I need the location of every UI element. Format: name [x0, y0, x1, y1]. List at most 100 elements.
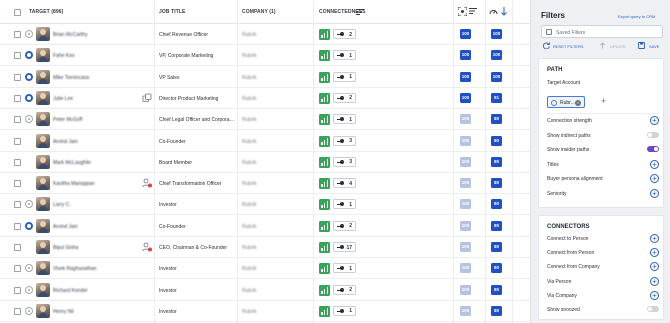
person-name[interactable]: Fahe Koo	[53, 53, 75, 59]
person-name[interactable]: Kavitha Mariappan	[53, 181, 95, 187]
add-filter-icon[interactable]: +	[650, 262, 659, 272]
company-name[interactable]: Rubrik	[242, 224, 256, 230]
company-name[interactable]: Rubrik	[242, 181, 256, 187]
reset-filters-button[interactable]: RESET FILTERS	[553, 44, 584, 49]
row-checkbox[interactable]	[14, 116, 21, 124]
person-name[interactable]: Mark McLaughlin	[53, 160, 91, 166]
table-row[interactable]: Richard Kendel Investor Rubrik 2 100 80	[0, 280, 530, 301]
person-alert-icon[interactable]	[142, 242, 152, 252]
table-row[interactable]: Henry Nil Investor Rubrik 1 100 80	[0, 301, 530, 322]
person-name[interactable]: Mike Tornincasa	[53, 75, 89, 81]
table-row[interactable]: Fahe Koo VP, Corporate Marketing Rubrik 1 10…	[0, 45, 530, 67]
export-to-crm-link[interactable]: Export query to CRM	[618, 14, 655, 19]
row-checkbox[interactable]	[14, 158, 21, 166]
person-alert-icon[interactable]	[142, 178, 152, 188]
company-name[interactable]: Rubrik	[242, 117, 256, 123]
row-checkbox[interactable]	[14, 31, 21, 38]
row-checkbox[interactable]	[14, 265, 21, 273]
gauge-icon[interactable]	[489, 7, 498, 16]
row-checkbox[interactable]	[14, 222, 21, 230]
connection-strength[interactable]: 1	[333, 71, 356, 82]
select-all-checkbox[interactable]	[14, 9, 21, 16]
row-checkbox[interactable]	[14, 52, 21, 60]
filter-row[interactable]: Connection strength +	[547, 116, 659, 126]
toggle-switch[interactable]	[647, 146, 659, 152]
person-name[interactable]: Larry C.	[53, 202, 71, 208]
remove-chip-icon[interactable]: ×	[575, 99, 581, 106]
row-checkbox[interactable]	[14, 244, 21, 251]
company-name[interactable]: Rubrik	[242, 266, 256, 272]
save-button[interactable]: SAVE	[649, 44, 659, 49]
filter-row[interactable]: Seniority +	[547, 188, 659, 199]
arrow-down-icon[interactable]	[501, 7, 507, 16]
account-chip[interactable]: Rubr... ×	[547, 96, 585, 108]
connection-strength[interactable]: 2	[333, 29, 356, 39]
filter-row[interactable]: Connect from Person +	[547, 248, 659, 258]
header-company[interactable]: COMPANY (1)	[242, 9, 276, 15]
company-name[interactable]: Rubrik	[242, 288, 256, 294]
row-checkbox[interactable]	[14, 73, 21, 81]
table-row[interactable]: Arvind Jain Co-Founder Rubrik 3 100 80	[0, 131, 530, 152]
add-filter-icon[interactable]: +	[650, 116, 659, 125]
row-checkbox[interactable]	[14, 180, 21, 188]
add-filter-icon[interactable]: +	[650, 234, 659, 243]
connection-strength[interactable]: 1	[333, 263, 356, 274]
header-job-title[interactable]: JOB TITLE	[159, 9, 185, 15]
company-name[interactable]: Rubrik	[242, 202, 256, 208]
connection-strength[interactable]: 2	[333, 92, 356, 103]
company-name[interactable]: Rubrik	[242, 75, 256, 81]
company-name[interactable]: Rubrik	[242, 245, 256, 251]
add-filter-icon[interactable]: +	[650, 248, 659, 258]
add-filter-icon[interactable]: +	[650, 290, 659, 300]
table-row[interactable]: Mike Tornincasa VP Sales Rubrik 1 100 100	[0, 67, 530, 88]
row-checkbox[interactable]	[14, 94, 21, 102]
filter-row[interactable]: Show indirect paths	[547, 131, 659, 141]
filter-row[interactable]: Show snoozed	[547, 305, 659, 315]
table-row[interactable]: Larry C. Investor Rubrik 1 100 80	[0, 194, 530, 216]
person-name[interactable]: Arvind Jain	[53, 139, 78, 145]
row-checkbox[interactable]	[14, 307, 21, 315]
filter-row[interactable]: Show insider paths	[547, 145, 659, 155]
sort-score-icon[interactable]	[469, 8, 477, 14]
add-filter-icon[interactable]: +	[650, 174, 659, 183]
table-row[interactable]: Mark McLaughlin Board Member Rubrik 3 100 80	[0, 152, 530, 173]
sort-lines-icon[interactable]	[356, 9, 364, 15]
table-row[interactable]: Bipul Sinha CEO, Chairman & Co-Founder Rub…	[0, 237, 530, 258]
add-filter-icon[interactable]: +	[650, 159, 659, 169]
person-name[interactable]: Arvind Jain	[53, 224, 78, 230]
company-name[interactable]: Rubrik	[242, 53, 256, 59]
table-row[interactable]: Kavitha Mariappan Chief Transformation Of…	[0, 173, 530, 195]
row-checkbox[interactable]	[14, 137, 21, 145]
connection-strength[interactable]: 3	[333, 156, 356, 167]
reset-icon[interactable]	[543, 42, 550, 49]
add-filter-icon[interactable]: +	[650, 276, 659, 286]
person-name[interactable]: Henry Nil	[53, 309, 74, 315]
company-name[interactable]: Rubrik	[242, 32, 256, 38]
connection-strength[interactable]: 1	[333, 305, 356, 316]
row-checkbox[interactable]	[14, 201, 21, 209]
filter-row[interactable]: Connect to Person +	[547, 234, 659, 244]
filter-row[interactable]: Via Person +	[547, 276, 659, 287]
connection-strength[interactable]: 3	[333, 135, 356, 146]
connection-strength[interactable]: 1	[333, 114, 356, 125]
table-row[interactable]: Vivek Raghunathan Investor Rubrik 1 100 80	[0, 258, 530, 280]
connection-strength[interactable]: 17	[333, 242, 356, 252]
connection-strength[interactable]: 2	[333, 220, 356, 231]
add-account-button[interactable]: +	[601, 97, 606, 106]
company-name[interactable]: Rubrik	[242, 160, 256, 166]
toggle-switch[interactable]	[647, 306, 659, 312]
person-name[interactable]: Bipul Sinha	[53, 245, 78, 251]
company-name[interactable]: Rubrik	[242, 139, 256, 145]
copy-icon[interactable]	[142, 93, 152, 103]
filter-row[interactable]: Buyer persona alignment +	[547, 174, 659, 184]
toggle-switch[interactable]	[647, 131, 659, 138]
connection-strength[interactable]: 2	[333, 284, 356, 295]
person-name[interactable]: Brian McCarthy	[53, 32, 87, 38]
person-name[interactable]: Richard Kendel	[53, 288, 87, 294]
table-row[interactable]: Peter McGoff Chief Legal Officer and Corp…	[0, 109, 530, 131]
saved-filters-select[interactable]: Saved Filters	[541, 25, 663, 38]
person-name[interactable]: Vivek Raghunathan	[53, 266, 97, 272]
person-name[interactable]: Peter McGoff	[53, 117, 82, 123]
company-name[interactable]: Rubrik	[242, 309, 256, 315]
filter-row[interactable]: Via Company +	[547, 290, 659, 301]
